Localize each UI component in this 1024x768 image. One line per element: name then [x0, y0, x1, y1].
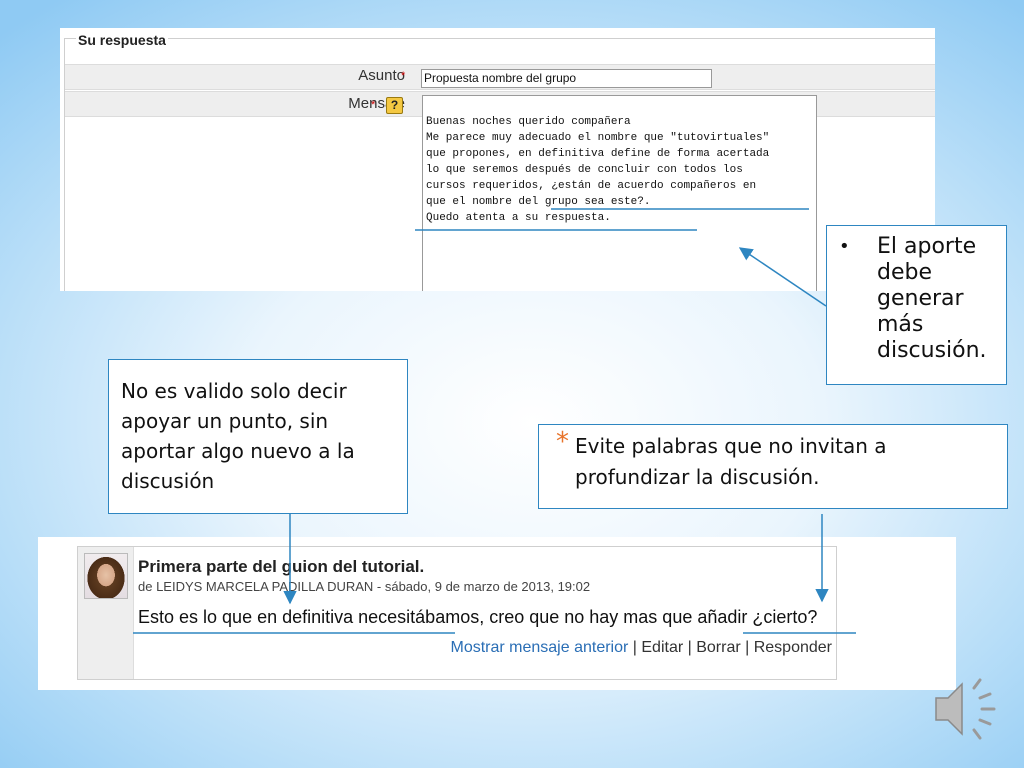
mensaje-line: Quedo atenta a su respuesta. [426, 212, 611, 224]
callout-aporte-text: El aporte debe generar más discusión. [877, 234, 987, 363]
mensaje-line: Buenas noches querido compañera [426, 116, 631, 128]
action-separator: | [628, 639, 642, 656]
forum-post-screenshot: Primera parte del guion del tutorial. de… [38, 537, 956, 690]
post-actions: Mostrar mensaje anterior | Editar | Borr… [450, 639, 832, 657]
mensaje-line: cursos requeridos, ¿están de acuerdo com… [426, 180, 757, 192]
form-legend: Su respuesta [76, 32, 168, 48]
post-meta: de LEIDYS MARCELA PADILLA DURAN - sábado… [138, 579, 591, 594]
callout-evite-text: Evite palabras que no invitan a profundi… [575, 434, 887, 489]
post-sidebar [78, 547, 134, 679]
delete-link[interactable]: Borrar [696, 639, 740, 656]
required-mark: * [371, 99, 376, 111]
reply-link[interactable]: Responder [754, 639, 832, 656]
help-icon[interactable]: ? [386, 97, 403, 114]
show-previous-link[interactable]: Mostrar mensaje anterior [450, 639, 628, 656]
asunto-input[interactable]: Propuesta nombre del grupo [421, 69, 712, 88]
callout-evite: * Evite palabras que no invitan a profun… [538, 424, 1008, 509]
edit-link[interactable]: Editar [641, 639, 683, 656]
forum-post: Primera parte del guion del tutorial. de… [77, 546, 837, 680]
mensaje-textarea[interactable]: Buenas noches querido compañera Me parec… [422, 95, 817, 291]
post-body: Esto es lo que en definitiva necesitábam… [138, 607, 818, 627]
star-bullet-icon: * [556, 427, 569, 457]
required-mark: * [401, 70, 406, 82]
speaker-icon[interactable] [930, 676, 998, 744]
post-title: Primera parte del guion del tutorial. [138, 557, 425, 576]
action-separator: | [683, 639, 697, 656]
bullet-icon: • [839, 236, 850, 257]
callout-valido: No es valido solo decir apoyar un punto,… [108, 359, 408, 514]
callout-valido-text: No es valido solo decir apoyar un punto,… [121, 379, 355, 493]
mensaje-line: que el nombre del grupo sea este?. [426, 196, 651, 208]
callout-aporte: • El aporte debe generar más discusión. [826, 225, 1007, 385]
asunto-label: Asunto [358, 67, 405, 84]
mensaje-line: lo que seremos después de concluir con t… [426, 164, 743, 176]
action-separator: | [740, 639, 754, 656]
avatar [84, 553, 128, 599]
mensaje-line: que propones, en definitiva define de fo… [426, 148, 770, 160]
reply-form-screenshot: Su respuesta Asunto * Mensaje * ? Propue… [60, 28, 935, 291]
mensaje-line: Me parece muy adecuado el nombre que "tu… [426, 132, 770, 144]
